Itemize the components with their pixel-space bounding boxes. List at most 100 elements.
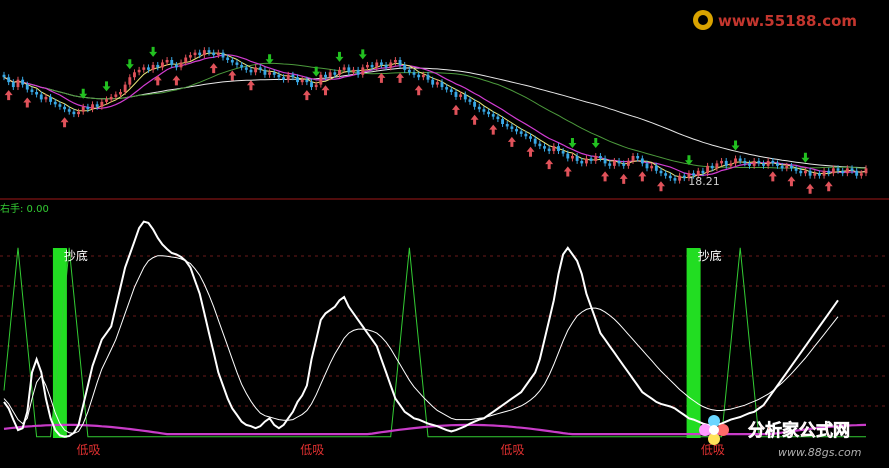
candle-body — [561, 151, 565, 154]
candle-body — [664, 173, 668, 176]
candle-body — [645, 163, 649, 169]
candle-body — [487, 111, 491, 115]
low-price-label: 18.21 — [688, 175, 720, 188]
candle-body — [338, 69, 341, 75]
candle-body — [850, 168, 854, 171]
candle-body — [431, 79, 435, 85]
candle-body — [254, 67, 258, 73]
candle-body — [328, 72, 332, 78]
candle-body — [752, 160, 756, 166]
indicator-label: 右手: 0.00 — [0, 202, 49, 215]
candle-body — [463, 94, 467, 100]
candle-body — [53, 101, 57, 105]
candle-body — [668, 175, 672, 179]
candle-body — [552, 146, 556, 152]
candle-body — [785, 165, 789, 169]
candle-body — [827, 170, 831, 174]
candle-body — [123, 84, 127, 92]
candle-body — [286, 74, 290, 80]
candle-body — [547, 148, 551, 152]
candle-body — [449, 89, 453, 92]
candle-body — [412, 72, 416, 75]
candle-body — [384, 64, 388, 68]
candle-body — [505, 124, 509, 127]
candle-body — [706, 165, 710, 174]
candle-body — [515, 128, 518, 132]
candle-body — [771, 160, 775, 164]
candle-body — [356, 69, 360, 75]
candle-body — [445, 87, 449, 90]
candle-body — [543, 146, 546, 149]
low-buy-label: 低吸 — [501, 443, 525, 457]
candle-body — [417, 74, 421, 78]
candle-body — [440, 82, 444, 88]
candle-body — [230, 60, 234, 63]
candle-body — [482, 109, 486, 112]
candle-body — [91, 104, 94, 110]
candle-body — [631, 156, 635, 161]
candle-body — [533, 138, 537, 144]
candle-body — [193, 52, 197, 56]
candle-body — [734, 158, 737, 164]
candle-body — [715, 163, 719, 169]
candle-body — [105, 99, 108, 102]
candle-body — [654, 165, 658, 171]
candle-body — [659, 170, 663, 174]
candle-body — [845, 168, 849, 174]
candle-body — [780, 165, 784, 169]
candle-body — [2, 74, 6, 78]
candle-body — [724, 160, 728, 166]
candle-body — [147, 67, 150, 70]
candle-body — [598, 156, 602, 159]
candle-body — [300, 79, 304, 83]
candle-body — [324, 74, 327, 78]
candle-body — [454, 92, 458, 97]
candle-body — [766, 160, 770, 166]
candle-body — [790, 165, 793, 169]
candle-body — [468, 99, 472, 102]
candle-body — [221, 52, 225, 58]
candle-body — [100, 101, 104, 107]
candle-body — [272, 72, 276, 75]
candle-body — [393, 60, 397, 63]
candle-body — [63, 106, 67, 110]
candle-body — [403, 64, 407, 70]
candle-body — [813, 173, 817, 176]
candle-body — [7, 77, 11, 83]
candle-body — [776, 163, 779, 166]
candle-body — [603, 158, 607, 164]
candle-body — [817, 173, 821, 176]
candle-body — [538, 143, 542, 147]
candle-body — [617, 160, 621, 164]
candle-body — [757, 160, 761, 164]
candle-body — [235, 62, 239, 65]
candle-body — [240, 64, 244, 68]
candle-body — [21, 79, 25, 85]
candle-body — [519, 131, 523, 134]
candle-body — [501, 119, 504, 124]
candle-body — [361, 67, 365, 75]
stock-chart: 18.21 右手: 0.00 抄底 抄底低吸 低吸 低吸 低吸 www.55188.co… — [0, 0, 889, 468]
candle-body — [831, 168, 835, 174]
bottom-watermark-url: www.88gs.com — [778, 446, 861, 459]
candle-body — [398, 60, 402, 65]
top-watermark: www.55188.com — [693, 10, 857, 30]
candle-body — [584, 158, 588, 164]
candle-body — [95, 104, 99, 107]
candle-body — [370, 64, 374, 68]
candle-body — [855, 170, 859, 176]
candle-body — [477, 106, 481, 110]
candle-body — [375, 62, 379, 68]
candle-body — [188, 55, 192, 58]
candle-body — [165, 60, 169, 63]
candle-body — [133, 72, 136, 78]
candle-body — [160, 62, 164, 68]
candle-body — [268, 72, 272, 75]
candle-body — [864, 168, 868, 174]
candle-body — [25, 84, 29, 90]
candle-body — [296, 77, 299, 83]
candle-body — [421, 74, 425, 78]
candle-body — [207, 50, 211, 53]
candle-body — [762, 163, 765, 166]
candle-body — [566, 153, 570, 159]
